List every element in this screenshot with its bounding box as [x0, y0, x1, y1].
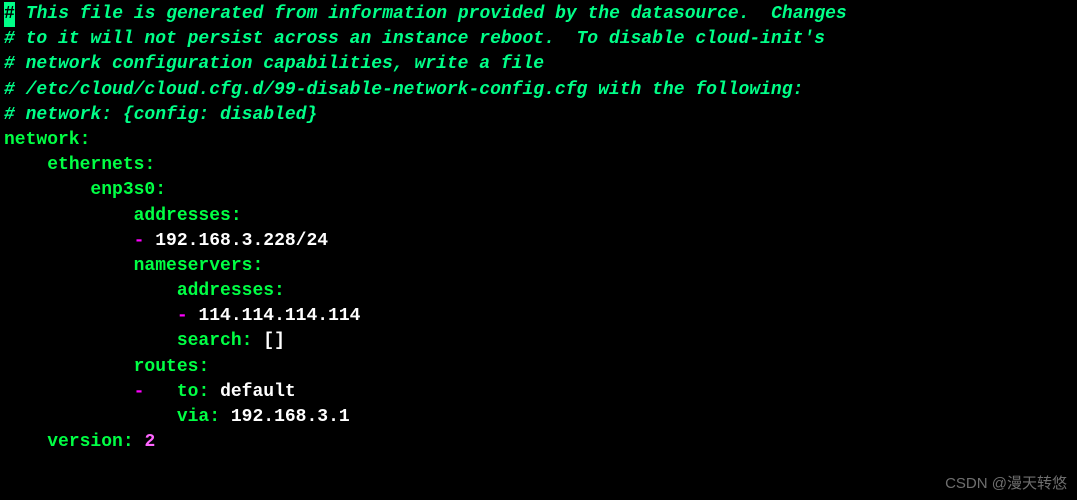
yaml-network: network: — [4, 128, 1073, 153]
comment-line-1: # This file is generated from informatio… — [4, 2, 1073, 27]
comment-line-2: # to it will not persist across an insta… — [4, 27, 1073, 52]
yaml-ethernets: ethernets: — [4, 153, 1073, 178]
yaml-routes-via: via: 192.168.3.1 — [4, 405, 1073, 430]
yaml-addresses-item: - 192.168.3.228/24 — [4, 229, 1073, 254]
terminal-editor[interactable]: # This file is generated from informatio… — [4, 2, 1073, 455]
cursor: # — [4, 2, 15, 27]
yaml-addresses: addresses: — [4, 204, 1073, 229]
comment-line-4: # /etc/cloud/cloud.cfg.d/99-disable-netw… — [4, 78, 1073, 103]
watermark: CSDN @漫天转悠 — [945, 473, 1067, 494]
yaml-routes-to: - to: default — [4, 380, 1073, 405]
yaml-search: search: [] — [4, 329, 1073, 354]
yaml-routes: routes: — [4, 355, 1073, 380]
yaml-ns-addresses: addresses: — [4, 279, 1073, 304]
yaml-nameservers: nameservers: — [4, 254, 1073, 279]
comment-line-5: # network: {config: disabled} — [4, 103, 1073, 128]
yaml-ns-addresses-item: - 114.114.114.114 — [4, 304, 1073, 329]
yaml-version: version: 2 — [4, 430, 1073, 455]
comment-line-3: # network configuration capabilities, wr… — [4, 52, 1073, 77]
yaml-interface: enp3s0: — [4, 178, 1073, 203]
